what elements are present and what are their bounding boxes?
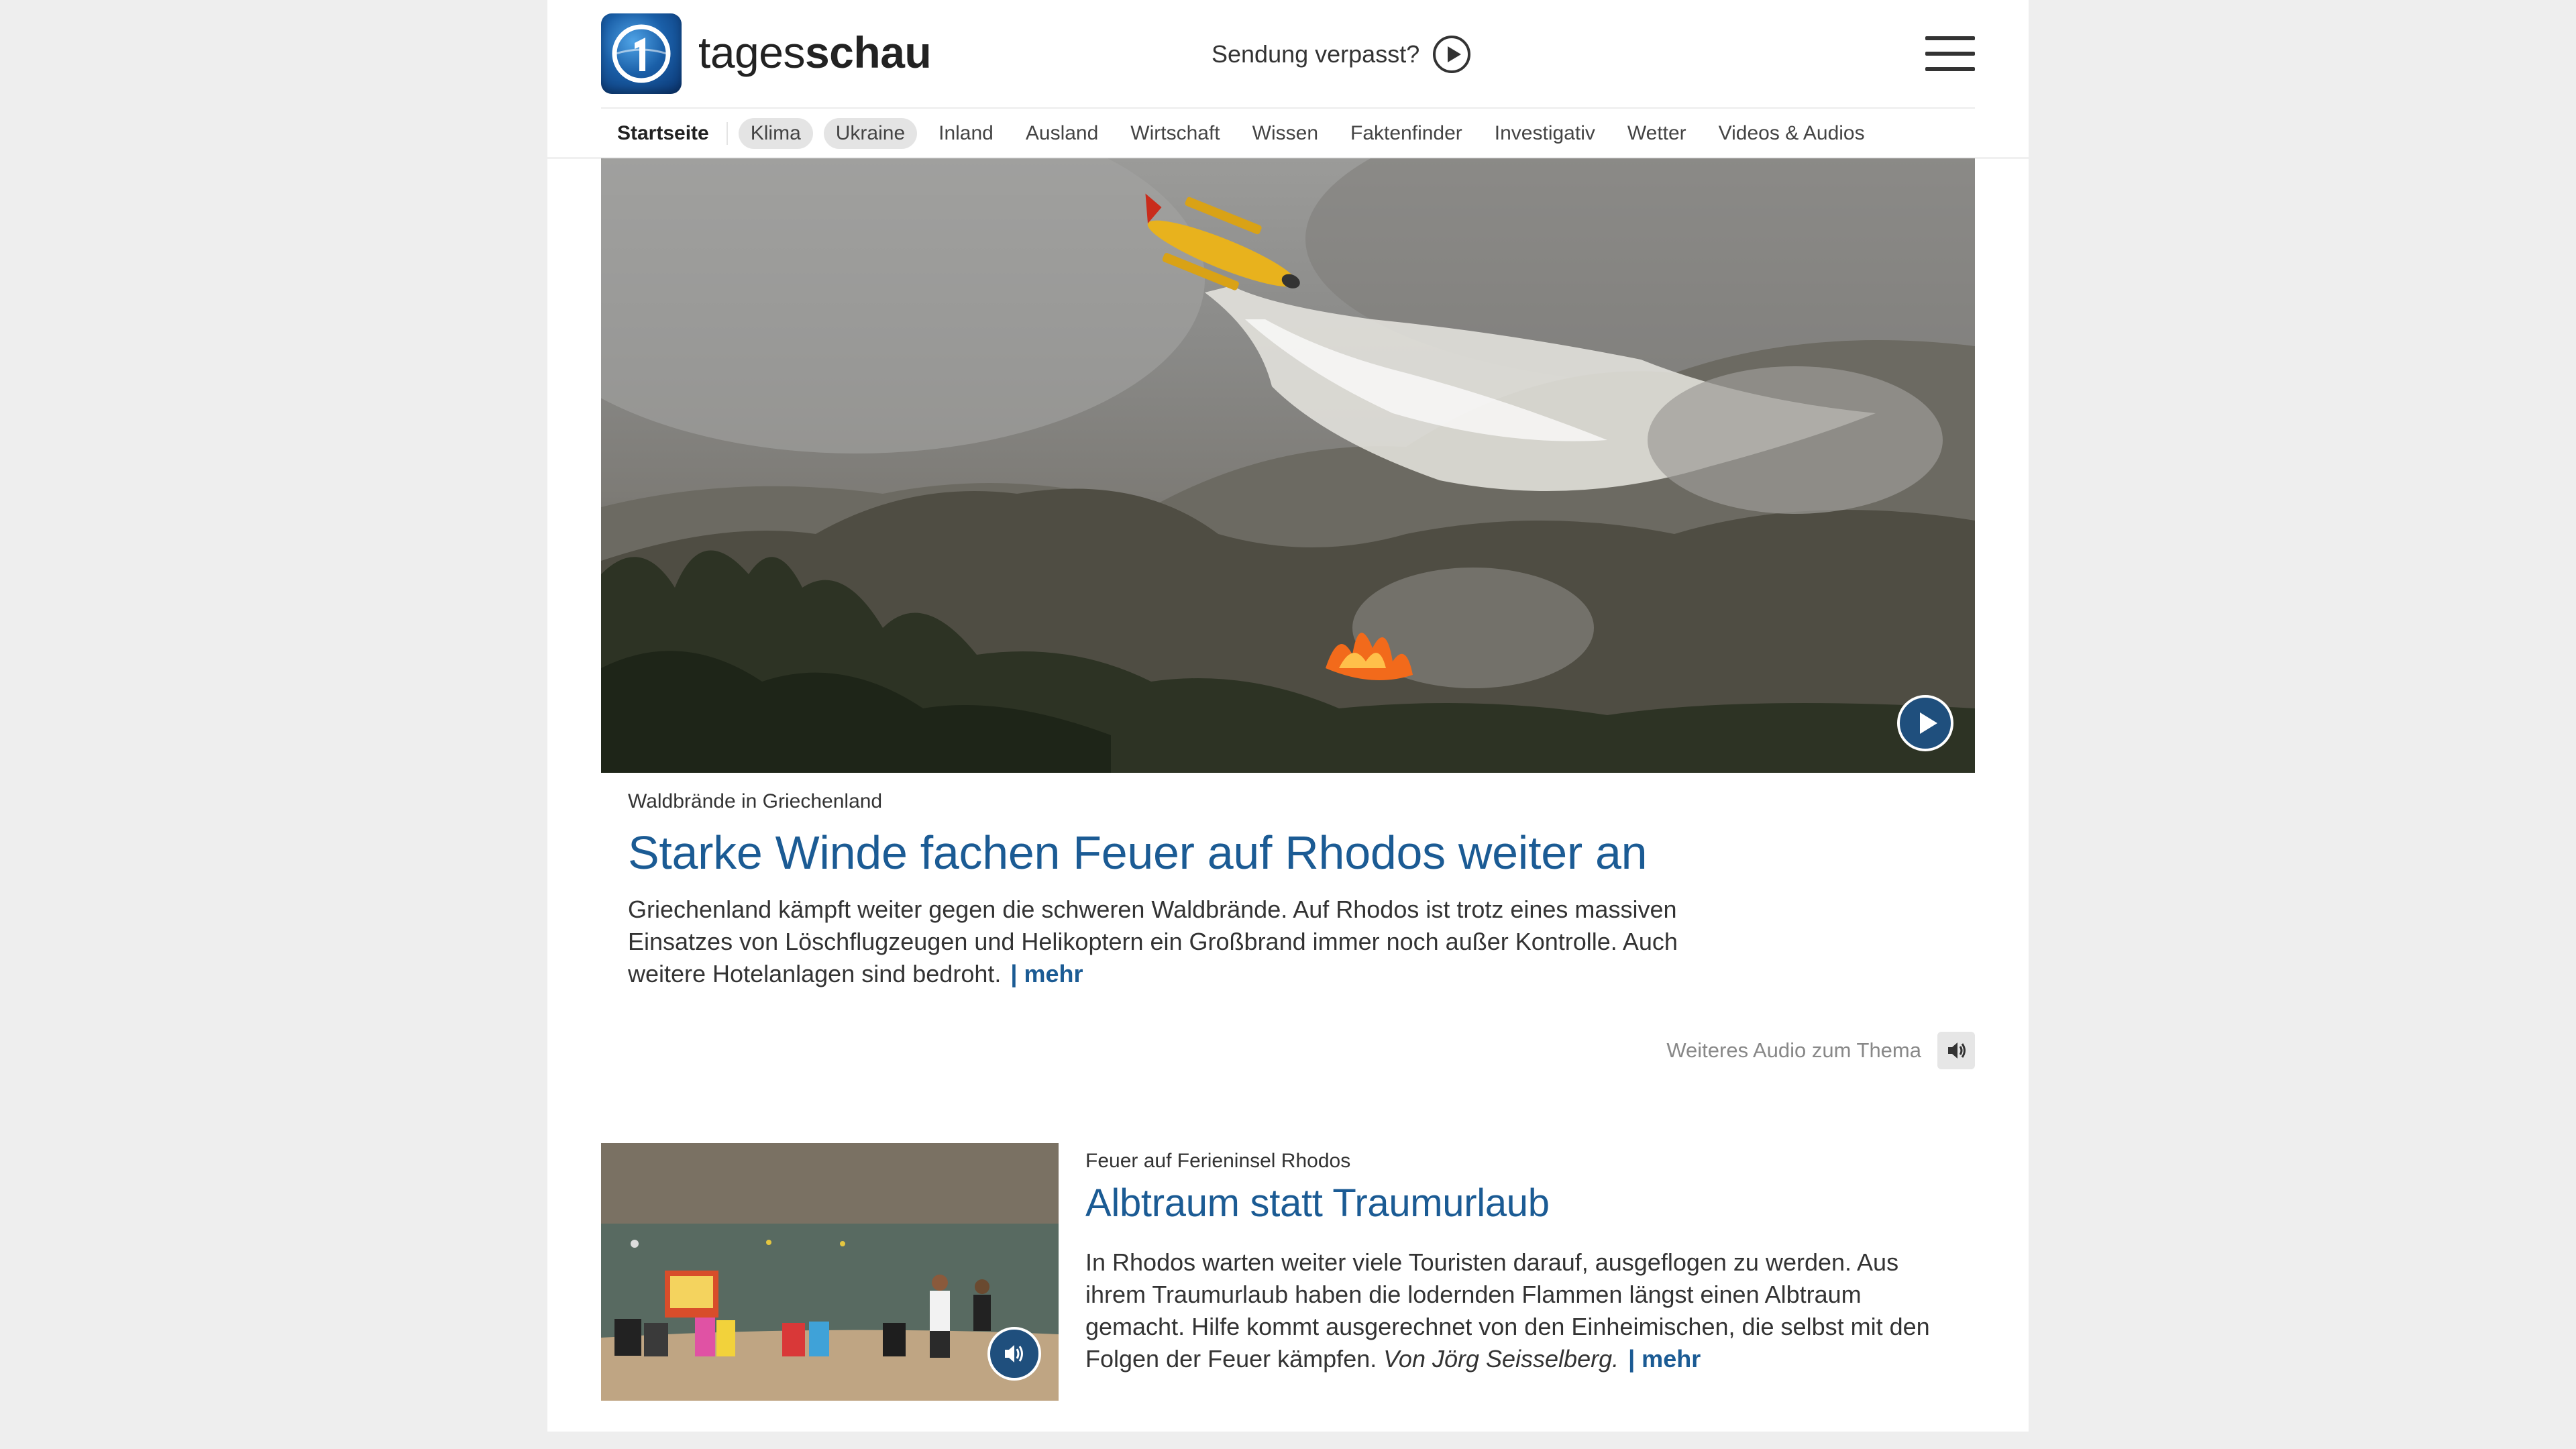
hero-teaser: Griechenland kämpft weiter gegen die sch… (628, 894, 1728, 990)
nav-item-ausland[interactable]: Ausland (1010, 122, 1114, 145)
hero-play-button[interactable] (1897, 695, 1953, 751)
hero-teaser-line: Einsatzes von Löschflugzeugen und Heliko… (628, 928, 1678, 955)
related-audio-row[interactable]: Weiteres Audio zum Thema (1664, 1032, 1975, 1069)
article2-thumbnail[interactable] (601, 1143, 1059, 1401)
hamburger-menu-icon[interactable] (1925, 36, 1975, 71)
related-audio-label: Weiteres Audio zum Thema (1666, 1038, 1921, 1062)
hero-teaser-line: Griechenland kämpft weiter gegen die sch… (628, 896, 1677, 923)
hero-headline[interactable]: Starke Winde fachen Feuer auf Rhodos wei… (628, 822, 1648, 883)
nav-item-inland[interactable]: Inland (922, 122, 1010, 145)
thumbnail-audio-button[interactable] (987, 1327, 1041, 1381)
article2-teaser: In Rhodos warten weiter viele Touristen … (1085, 1246, 1957, 1375)
brand-wordmark-bold: schau (804, 28, 932, 77)
brand-wordmark-light: tages (698, 28, 805, 77)
nav-item-ukraine[interactable]: Ukraine (823, 118, 918, 149)
missed-broadcast-label: Sendung verpasst? (1212, 40, 1420, 68)
article2-teaser-line: In Rhodos warten weiter viele Touristen … (1085, 1248, 1899, 1276)
nav-item-wissen[interactable]: Wissen (1236, 122, 1334, 145)
hero-topline: Waldbrände in Griechenland (628, 790, 883, 812)
brand-wordmark[interactable]: tagesschau (698, 19, 932, 86)
article2-author: Von Jörg Seisselberg. (1383, 1345, 1619, 1373)
article2-teaser-line: ihrem Traumurlaub haben die lodernden Fl… (1085, 1281, 1862, 1308)
nav-item-wirtschaft[interactable]: Wirtschaft (1114, 122, 1236, 145)
play-circle-icon (1433, 36, 1471, 73)
hero-image[interactable] (601, 158, 1975, 773)
nav-item-investigativ[interactable]: Investigativ (1479, 122, 1611, 145)
speaker-icon[interactable] (1937, 1032, 1975, 1069)
nav-item-startseite[interactable]: Startseite (601, 122, 728, 145)
nav-item-faktenfinder[interactable]: Faktenfinder (1334, 122, 1479, 145)
article2-teaser-line: Folgen der Feuer kämpfen. (1085, 1345, 1377, 1373)
hero-more-link[interactable]: | mehr (1010, 960, 1083, 987)
article2-headline[interactable]: Albtraum statt Traumurlaub (1085, 1178, 1550, 1229)
main-navigation: Startseite Klima Ukraine Inland Ausland … (601, 109, 1975, 158)
nav-item-klima[interactable]: Klima (738, 118, 813, 149)
hero-teaser-line: weitere Hotelanlagen sind bedroht. (628, 960, 1002, 987)
page-container: tagesschau Sendung verpasst? Startseite … (547, 0, 2029, 1432)
article2-more-link[interactable]: | mehr (1628, 1345, 1701, 1373)
nav-item-wetter[interactable]: Wetter (1611, 122, 1703, 145)
nav-item-videos-audios[interactable]: Videos & Audios (1703, 122, 1881, 145)
site-header: tagesschau Sendung verpasst? (601, 0, 1975, 107)
article2-teaser-line: gemacht. Hilfe kommt ausgerechnet von de… (1085, 1313, 1930, 1340)
missed-broadcast-link[interactable]: Sendung verpasst? (1212, 31, 1471, 78)
article2-topline: Feuer auf Ferieninsel Rhodos (1085, 1150, 1351, 1172)
ard-logo-icon[interactable] (601, 13, 682, 94)
